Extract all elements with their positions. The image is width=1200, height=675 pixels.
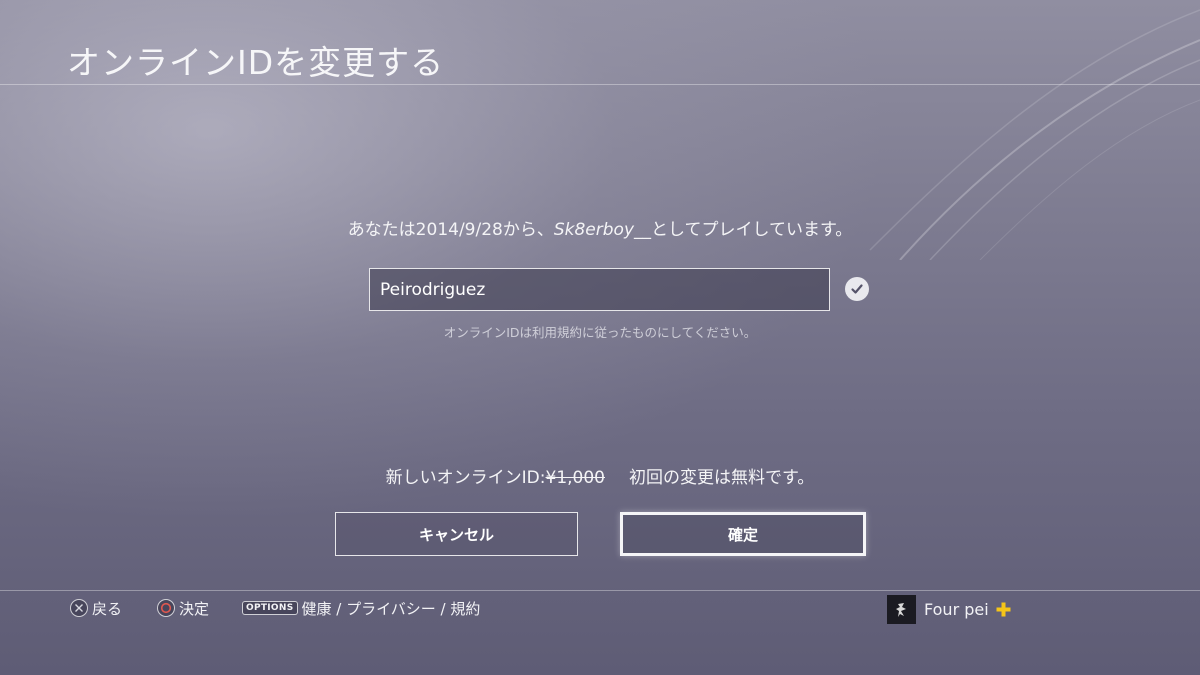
circle-button-icon [157,599,175,617]
message-suffix: としてプレイしています。 [651,220,853,240]
back-label: 戻る [92,599,123,618]
decide-label: 決定 [179,599,210,618]
user-name: Four pei [924,600,989,619]
header-divider [0,84,1200,85]
cancel-button-label: キャンセル [418,525,494,544]
check-icon [845,277,869,301]
price-label: 新しいオンラインID: [385,468,546,488]
old-price: ¥1,000 [545,468,605,488]
user-area: Four pei [887,595,1011,624]
online-id-input[interactable] [369,268,830,311]
message-prefix: あなたは2014/9/28から、 [347,220,554,240]
options-button-icon: OPTIONS [242,601,298,615]
page-title: オンラインIDを変更する [67,43,445,82]
current-online-id: Sk8erboy__ [553,220,652,240]
footer-options[interactable]: OPTIONS 健康 / プライバシー / 規約 [242,597,480,619]
footer-decide[interactable]: 決定 [157,597,209,619]
footer-divider [0,590,1200,591]
options-label: 健康 / プライバシー / 規約 [301,599,481,618]
avatar-icon [887,595,916,624]
current-id-message: あなたは2014/9/28から、Sk8erboy__としてプレイしています。 [0,215,1200,240]
cross-button-icon [70,599,88,617]
confirm-button[interactable]: 確定 [620,512,866,556]
footer-back[interactable]: 戻る [70,597,122,619]
confirm-button-label: 確定 [727,525,758,544]
free-change-note: 初回の変更は無料です。 [629,468,815,488]
online-id-hint: オンラインIDは利用規約に従ったものにしてください。 [443,325,757,340]
playstation-plus-icon [996,602,1011,617]
cancel-button[interactable]: キャンセル [335,512,578,556]
price-info: 新しいオンラインID:¥1,000 初回の変更は無料です。 [0,463,1200,488]
